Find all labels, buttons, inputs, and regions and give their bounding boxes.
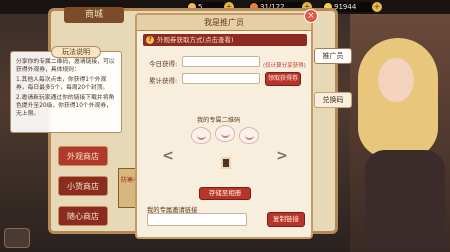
today-value-field	[182, 56, 260, 67]
coupon-info-header[interactable]: ? 外观券获取方式(点击查看)	[143, 34, 307, 46]
qr-code-area	[183, 123, 267, 187]
rules-title: 玩法说明	[51, 46, 101, 58]
next-arrow-icon[interactable]: >	[275, 147, 289, 165]
character-face	[378, 58, 414, 102]
coupon-info-text: 外观券获取方式(点击查看)	[157, 36, 234, 44]
rules-intro: 分享你的专属二维码，邀请链接，可以获得外观券，具体规则：	[16, 59, 115, 73]
prev-arrow-icon[interactable]: <	[161, 147, 175, 165]
promoter-dialog: 我是推广员 × ? 外观券获取方式(点击查看) 今日获得: (仅计算分享获得) …	[135, 9, 318, 239]
character-body	[365, 150, 445, 250]
total-value-field	[182, 73, 260, 84]
redeem-code-button[interactable]: 兑换码	[314, 92, 352, 108]
close-button[interactable]: ×	[304, 9, 318, 23]
dialog-title: 我是推广员	[137, 15, 311, 31]
shop-title: 商城	[64, 7, 124, 23]
save-to-album-button[interactable]: 存储至相册	[199, 187, 251, 200]
invite-link-field[interactable]	[147, 213, 247, 226]
today-label: 今日获得:	[149, 60, 178, 68]
copy-link-button[interactable]: 复制链接	[267, 212, 305, 227]
help-icon[interactable]: ?	[146, 36, 154, 44]
promoter-tab-button[interactable]: 推广员	[314, 48, 352, 64]
cumulative-note: (仅计算分享获得)	[263, 63, 306, 69]
total-label: 累计获得:	[149, 77, 178, 85]
menu-button[interactable]	[4, 228, 30, 248]
tab-random-shop[interactable]: 随心商店	[58, 206, 108, 226]
mascot-bun-2	[215, 125, 235, 142]
mascot-bun-1	[191, 127, 211, 144]
resource-value-3: 91944	[334, 3, 357, 11]
tab-goods-shop[interactable]: 小货商店	[58, 176, 108, 196]
game-scene: 5 + 31/122 + 91944 + 商城 外观商店 小货商店 随心商店 防…	[0, 0, 450, 252]
rules-tooltip: 玩法说明 分享你的专属二维码，邀请链接，可以获得外观券，具体规则： 1.其他人每…	[10, 46, 122, 133]
qr-code-image	[221, 157, 231, 169]
rules-item-1: 1.其他人每次点击，你获得1个外观券，每日最多5个，每周20个封顶。	[16, 77, 109, 91]
rules-item-2: 2.邀请新玩家通过你的链接下载并将角色提升至20级，你获得10个外观券，无上限。	[16, 95, 115, 117]
mascot-bun-3	[239, 127, 259, 144]
tab-appearance-shop[interactable]: 外观商店	[58, 146, 108, 166]
add-resource-3-button[interactable]: +	[372, 2, 382, 12]
claim-coupon-button[interactable]: 领取获得券	[265, 72, 301, 86]
